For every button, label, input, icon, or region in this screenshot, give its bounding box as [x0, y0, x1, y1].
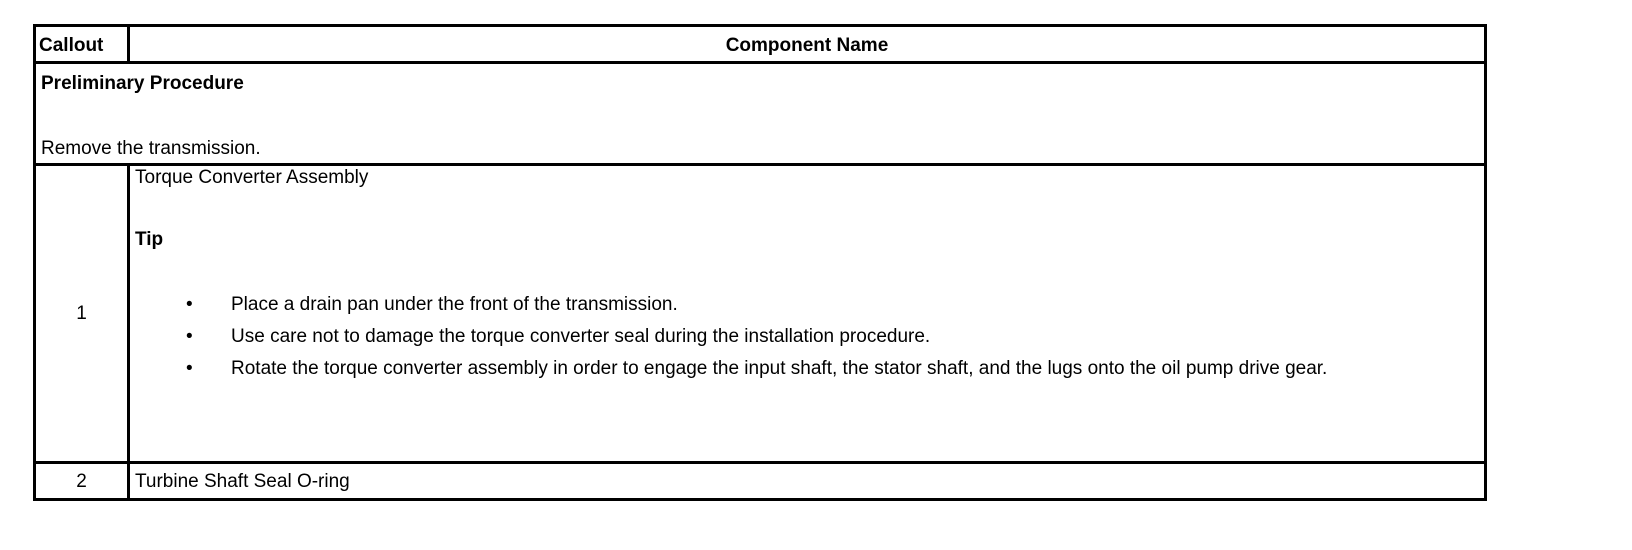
callout-number: 1	[33, 163, 130, 464]
component-name: Torque Converter Assembly	[135, 167, 369, 188]
tip-text: Place a drain pan under the front of the…	[231, 294, 678, 315]
table-row: 2 Turbine Shaft Seal O-ring	[33, 461, 1487, 501]
table-header-row: Callout Component Name	[33, 24, 1487, 64]
bullet-icon: •	[186, 358, 193, 379]
tip-list: • Place a drain pan under the front of t…	[135, 293, 1480, 381]
table-row: 1 Torque Converter Assembly Tip • Place …	[33, 163, 1487, 464]
preliminary-procedure-text: Remove the transmission.	[41, 138, 261, 159]
preliminary-procedure-cell: Preliminary Procedure Remove the transmi…	[33, 61, 1487, 166]
callout-column-header: Callout	[33, 24, 130, 64]
bullet-icon: •	[186, 326, 193, 347]
bullet-icon: •	[186, 294, 193, 315]
list-item: • Rotate the torque converter assembly i…	[186, 357, 1480, 381]
list-item: • Place a drain pan under the front of t…	[186, 293, 1480, 317]
preliminary-procedure-title: Preliminary Procedure	[41, 73, 244, 94]
component-table: Callout Component Name Preliminary Proce…	[33, 24, 1487, 501]
component-name-column-header: Component Name	[127, 24, 1487, 64]
component-cell: Torque Converter Assembly Tip • Place a …	[127, 163, 1487, 464]
tip-text: Use care not to damage the torque conver…	[231, 326, 931, 347]
list-item: • Use care not to damage the torque conv…	[186, 325, 1480, 349]
tip-text: Rotate the torque converter assembly in …	[231, 358, 1328, 379]
component-name: Turbine Shaft Seal O-ring	[127, 461, 1487, 501]
tip-heading: Tip	[135, 229, 164, 250]
preliminary-procedure-row: Preliminary Procedure Remove the transmi…	[33, 61, 1487, 166]
callout-number: 2	[33, 461, 130, 501]
